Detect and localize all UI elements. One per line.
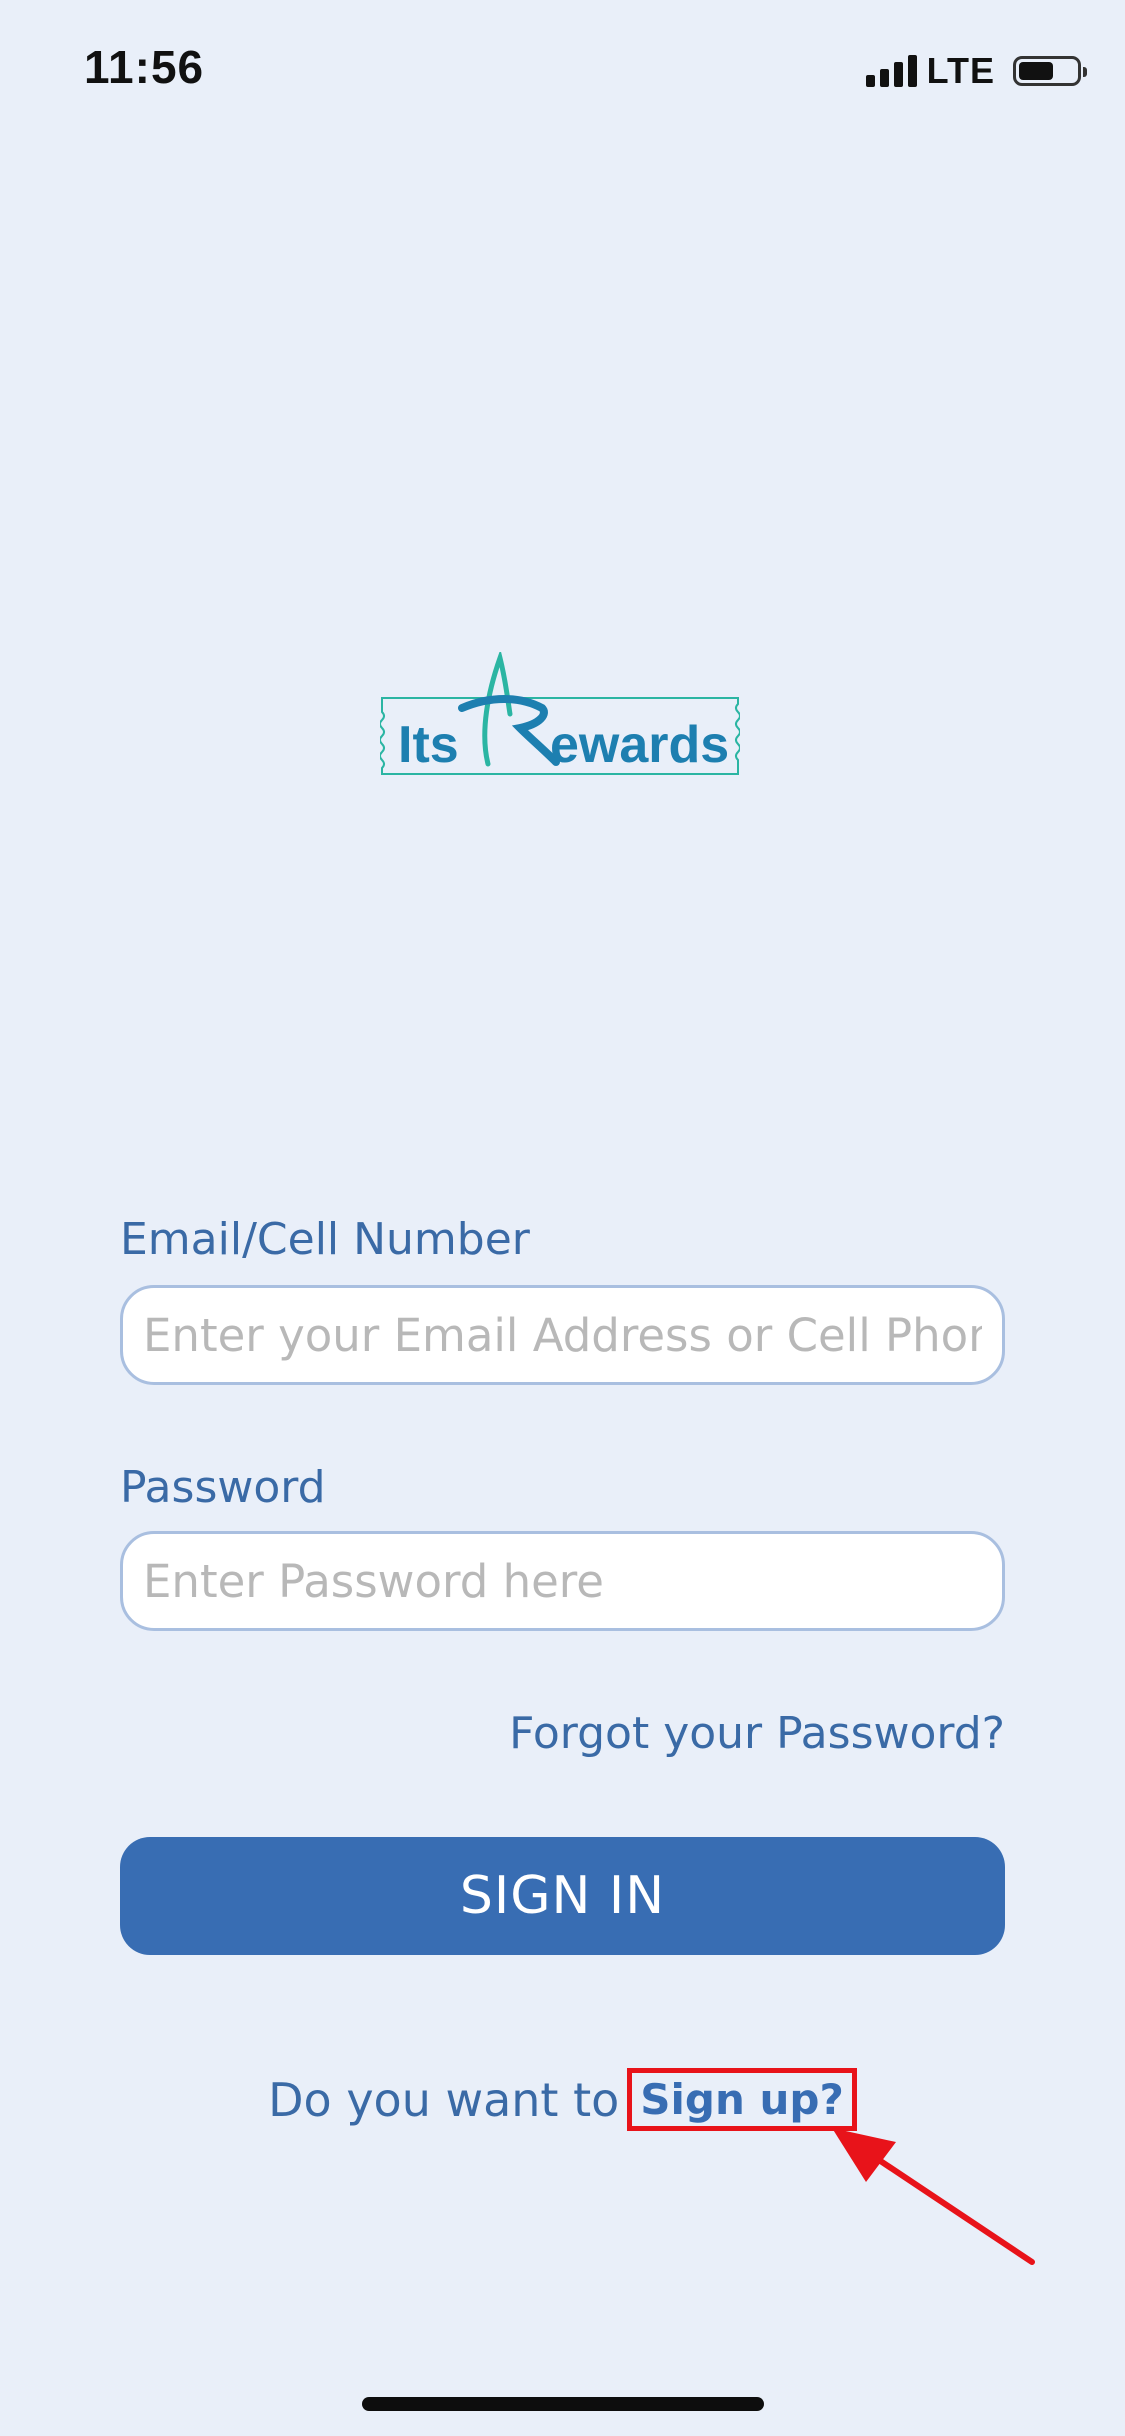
network-type: LTE (926, 50, 995, 91)
logo-text-right: ewards (550, 716, 729, 774)
home-indicator[interactable] (362, 2397, 764, 2411)
signup-prompt: Do you want to (268, 2072, 620, 2127)
forgot-password-link[interactable]: Forgot your Password? (509, 1708, 1005, 1759)
email-label: Email/Cell Number (120, 1214, 530, 1265)
annotation-arrow-icon (832, 2128, 1035, 2265)
email-input[interactable] (120, 1285, 1005, 1385)
logo-text-left: Its (398, 716, 459, 774)
app-logo: Its ewards (380, 652, 740, 775)
password-label: Password (120, 1462, 326, 1513)
status-indicators: LTE (865, 48, 1087, 94)
signal-icon (865, 55, 917, 87)
password-input[interactable] (120, 1531, 1005, 1631)
status-time: 11:56 (84, 41, 205, 93)
sign-in-button[interactable]: SIGN IN (120, 1837, 1005, 1955)
battery-icon (1013, 56, 1087, 86)
